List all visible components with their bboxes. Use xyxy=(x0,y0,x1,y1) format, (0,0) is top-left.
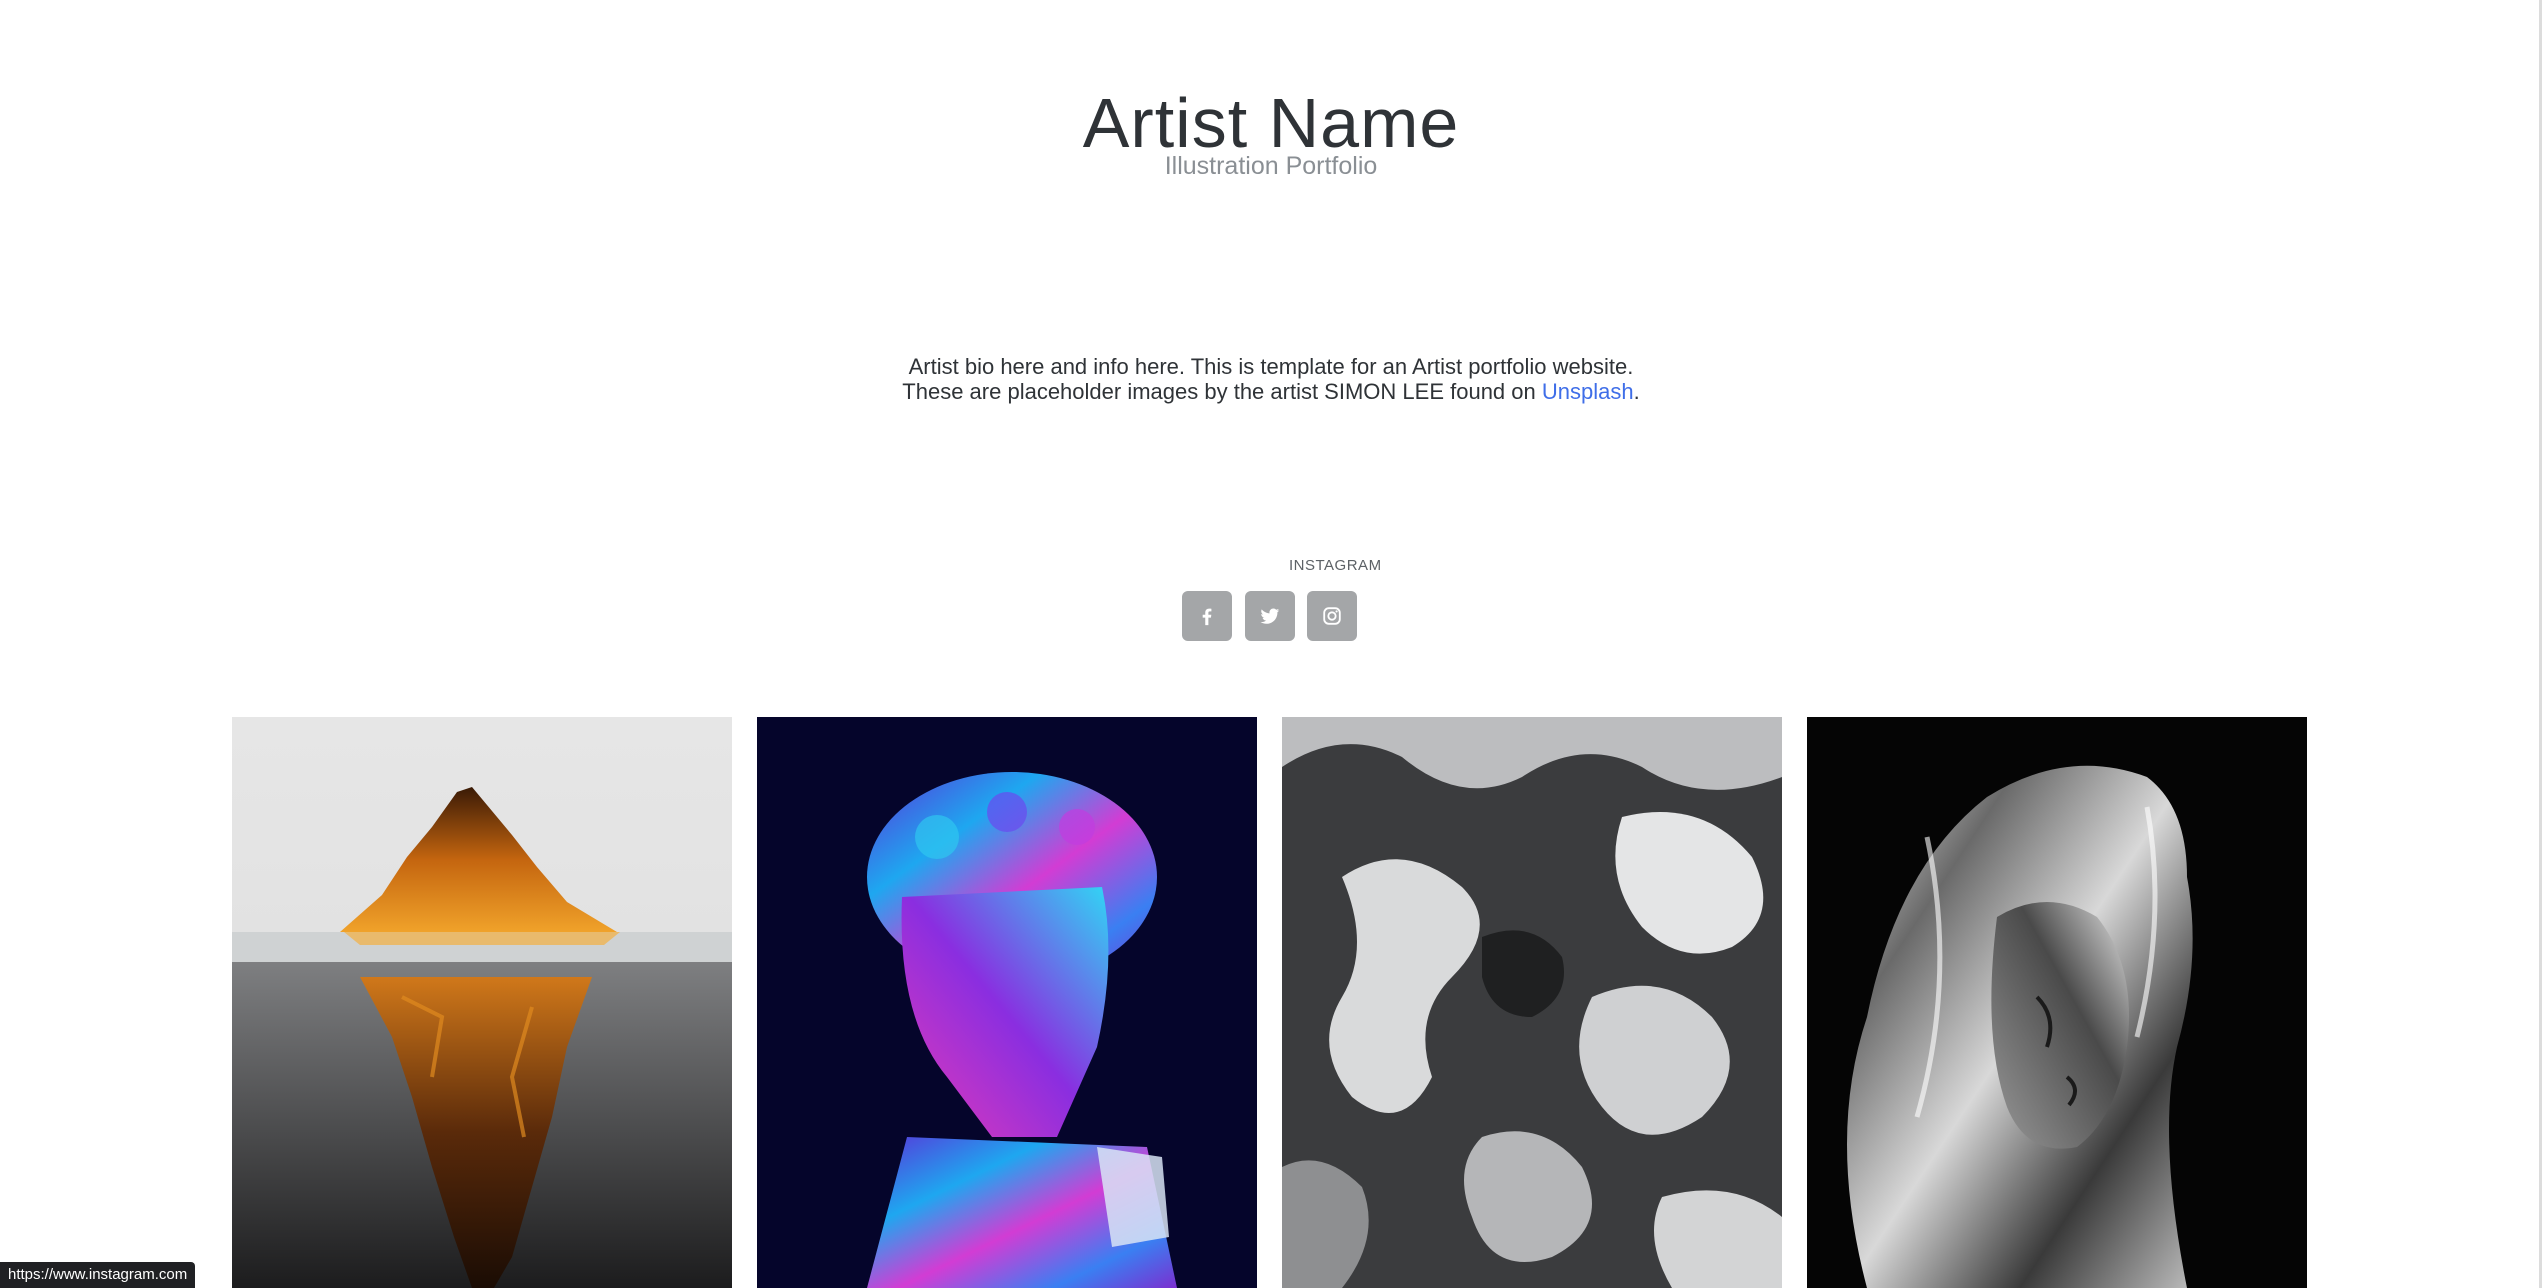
facebook-icon xyxy=(1202,608,1212,626)
gallery-image-chrome-veiled-statue[interactable] xyxy=(1807,717,2307,1288)
gallery-image-lava-iceberg[interactable] xyxy=(232,717,732,1288)
lava-iceberg-artwork xyxy=(232,717,732,1288)
social-hover-label: INSTAGRAM xyxy=(1289,557,1382,574)
twitter-button[interactable] xyxy=(1245,591,1295,641)
instagram-button[interactable] xyxy=(1307,591,1357,641)
facebook-button[interactable] xyxy=(1182,591,1232,641)
page-subtitle: Illustration Portfolio xyxy=(1164,152,1378,180)
unsplash-link[interactable]: Unsplash xyxy=(1542,379,1634,404)
bio-line-2-suffix: . xyxy=(1633,379,1640,404)
bio-line-1: Artist bio here and info here. This is t… xyxy=(908,354,1634,379)
link-status-tooltip: https://www.instagram.com xyxy=(0,1262,196,1288)
chrome-veiled-statue-artwork xyxy=(1807,717,2307,1288)
bio-line-2: These are placeholder images by the arti… xyxy=(0,379,2542,404)
artist-bio: Artist bio here and info here. This is t… xyxy=(0,354,2542,404)
gallery-image-monochrome-topography[interactable] xyxy=(1282,717,1782,1288)
instagram-icon xyxy=(1323,607,1341,625)
gallery-image-holographic-bust[interactable] xyxy=(757,717,1257,1288)
holographic-bust-artwork xyxy=(757,717,1257,1288)
bio-line-2-text: These are placeholder images by the arti… xyxy=(902,379,1542,404)
monochrome-topography-artwork xyxy=(1282,717,1782,1288)
twitter-icon xyxy=(1260,608,1280,624)
